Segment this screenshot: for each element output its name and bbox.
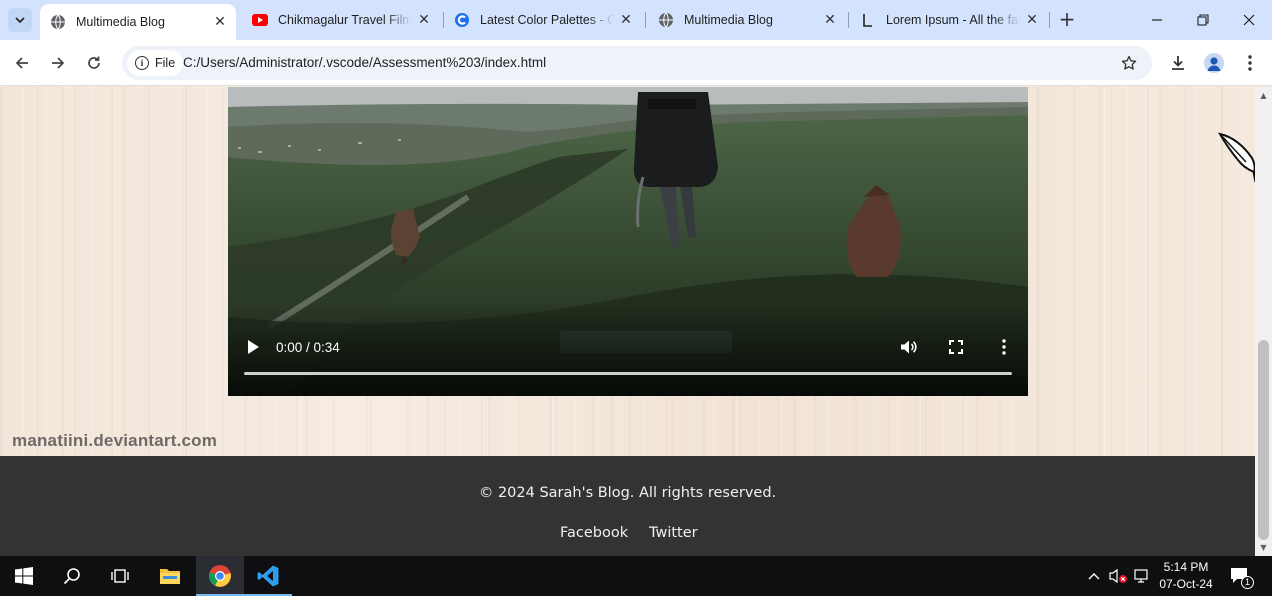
back-button[interactable]: [8, 49, 36, 77]
action-center-button[interactable]: 1: [1228, 556, 1254, 596]
restore-button[interactable]: [1180, 8, 1226, 32]
restore-icon: [1197, 14, 1209, 26]
file-explorer-button[interactable]: [146, 556, 194, 596]
page-scrollbar[interactable]: ▲ ▼: [1255, 87, 1272, 556]
show-hidden-icons-button[interactable]: [1084, 556, 1104, 596]
task-view-icon: [111, 569, 129, 583]
info-icon: i: [135, 56, 149, 70]
close-tab-icon[interactable]: ✕: [618, 12, 634, 28]
volume-icon: [901, 340, 917, 354]
tab-multimedia-blog-active[interactable]: Multimedia Blog ✕: [40, 4, 236, 40]
browser-menu-button[interactable]: [1236, 49, 1264, 77]
tab-lorem-ipsum[interactable]: Lorem Ipsum - All the fac ✕: [850, 6, 1048, 34]
minimize-icon: [1152, 19, 1162, 21]
url-text[interactable]: C:/Users/Administrator/.vscode/Assessmen…: [183, 55, 546, 70]
coolors-icon: [454, 12, 470, 28]
lipsum-icon: [860, 12, 876, 28]
chrome-icon: [208, 565, 231, 587]
close-tab-icon[interactable]: ✕: [416, 12, 432, 28]
reload-icon: [88, 56, 100, 69]
tab-title: Chikmagalur Travel Film |: [278, 13, 412, 27]
vscode-taskbar-button[interactable]: [244, 556, 292, 596]
network-tray-button[interactable]: [1132, 556, 1152, 596]
volume-muted-icon: [1109, 568, 1127, 584]
tab-separator: [1049, 12, 1050, 28]
minimize-button[interactable]: [1134, 8, 1180, 32]
tab-strip: Multimedia Blog ✕ Chikmagalur Travel Fil…: [0, 0, 1272, 40]
more-vertical-icon: [1002, 339, 1006, 355]
video-progress-bar[interactable]: [244, 372, 1012, 375]
bookmark-button[interactable]: [1118, 52, 1140, 74]
network-icon: [1134, 569, 1148, 583]
chevron-down-icon: [15, 17, 25, 24]
fullscreen-icon: [949, 340, 963, 354]
volume-button[interactable]: [898, 337, 918, 357]
tab-chikmagalur[interactable]: Chikmagalur Travel Film | ✕: [242, 6, 440, 34]
scroll-up-icon[interactable]: ▲: [1259, 91, 1268, 100]
quill-pen-icon: [1218, 132, 1255, 183]
scroll-down-icon[interactable]: ▼: [1259, 543, 1268, 552]
chrome-taskbar-button[interactable]: [196, 556, 244, 596]
arrow-right-icon: [52, 57, 65, 69]
tab-title: Lorem Ipsum - All the fac: [886, 13, 1020, 27]
tab-search-button[interactable]: [8, 8, 32, 32]
site-info-label: File: [155, 56, 176, 70]
scrollbar-thumb[interactable]: [1258, 340, 1269, 540]
tab-color-palettes[interactable]: Latest Color Palettes - Co ✕: [444, 6, 642, 34]
play-icon[interactable]: [246, 339, 260, 355]
tab-separator: [848, 12, 849, 28]
footer-link-twitter[interactable]: Twitter: [649, 525, 698, 541]
close-tab-icon[interactable]: ✕: [212, 14, 228, 30]
youtube-icon: [252, 12, 268, 28]
windows-taskbar: 5:14 PM 07-Oct-24 1: [0, 556, 1272, 596]
tab-title: Multimedia Blog: [684, 13, 773, 27]
new-tab-button[interactable]: +: [1057, 9, 1077, 30]
avatar: [1204, 53, 1224, 73]
footer-copyright: © 2024 Sarah's Blog. All rights reserved…: [478, 485, 777, 501]
arrow-left-icon: [15, 57, 28, 69]
close-window-button[interactable]: [1226, 8, 1272, 32]
site-info-chip[interactable]: i File: [127, 50, 184, 76]
taskbar-search-button[interactable]: [48, 556, 96, 596]
globe-icon: [50, 14, 66, 30]
system-clock[interactable]: 5:14 PM 07-Oct-24: [1150, 559, 1222, 593]
download-icon: [1172, 56, 1184, 70]
profile-button[interactable]: [1200, 49, 1228, 77]
tab-title: Latest Color Palettes - Co: [480, 13, 614, 27]
clock-time: 5:14 PM: [1163, 560, 1209, 574]
video-player[interactable]: 0:00 / 0:34: [228, 87, 1028, 396]
tab-title: Multimedia Blog: [76, 15, 165, 29]
start-button[interactable]: [0, 556, 48, 596]
file-explorer-icon: [160, 569, 180, 584]
video-time: 0:00 / 0:34: [276, 340, 340, 355]
volume-tray-button[interactable]: [1106, 556, 1130, 596]
clock-date: 07-Oct-24: [1159, 577, 1213, 591]
fullscreen-button[interactable]: [946, 337, 966, 357]
more-vertical-icon: [1248, 55, 1252, 71]
vscode-icon: [257, 565, 279, 587]
tab-separator: [645, 12, 646, 28]
person-icon: [1207, 57, 1221, 71]
watermark-text: manatiini.deviantart.com: [12, 431, 218, 450]
close-tab-icon[interactable]: ✕: [822, 12, 838, 28]
video-options-button[interactable]: [994, 337, 1014, 357]
globe-icon: [658, 12, 674, 28]
notification-count-badge: 1: [1241, 576, 1254, 589]
close-icon: [1243, 14, 1255, 26]
star-icon: [1121, 55, 1137, 70]
chevron-up-icon: [1088, 573, 1100, 580]
task-view-button[interactable]: [96, 556, 144, 596]
page-content: 0:00 / 0:34 manatiini.deviantart.com © 2…: [0, 87, 1255, 556]
downloads-button[interactable]: [1164, 49, 1192, 77]
tab-multimedia-blog[interactable]: Multimedia Blog ✕: [648, 6, 846, 34]
browser-toolbar: i File C:/Users/Administrator/.vscode/As…: [0, 40, 1272, 86]
search-icon: [63, 568, 80, 585]
close-tab-icon[interactable]: ✕: [1024, 12, 1040, 28]
start-icon: [15, 567, 33, 585]
forward-button[interactable]: [44, 49, 72, 77]
footer-link-facebook[interactable]: Facebook: [560, 525, 628, 541]
reload-button[interactable]: [80, 49, 108, 77]
site-footer: © 2024 Sarah's Blog. All rights reserved…: [0, 456, 1255, 556]
address-bar[interactable]: i File C:/Users/Administrator/.vscode/As…: [122, 46, 1152, 80]
